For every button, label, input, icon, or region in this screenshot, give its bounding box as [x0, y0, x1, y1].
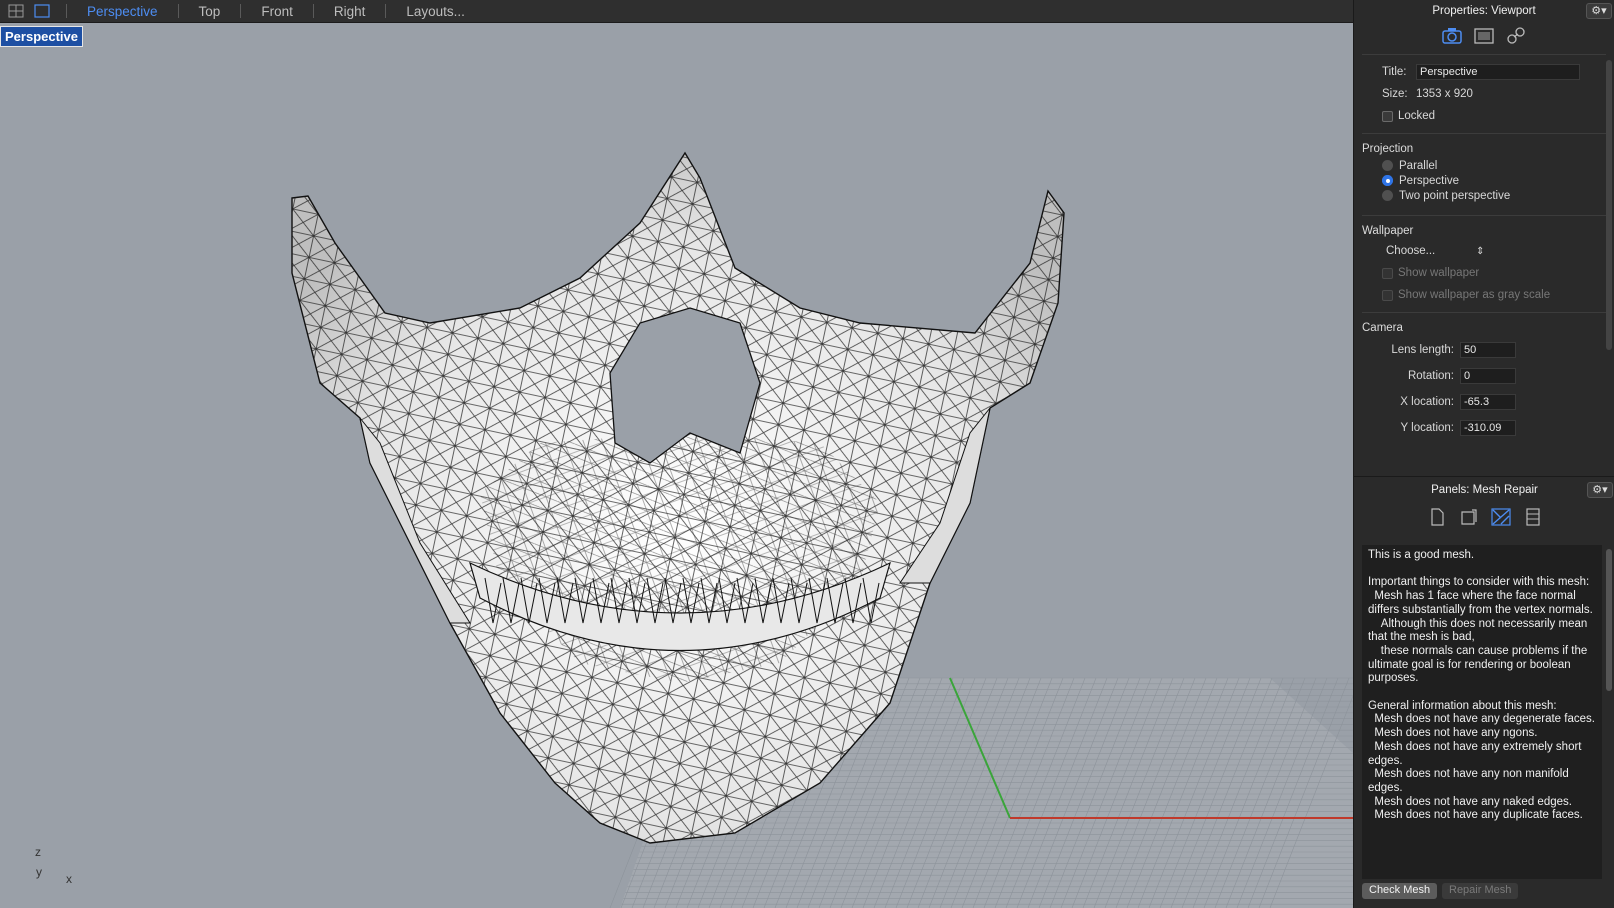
show-wallpaper-label: Show wallpaper [1398, 267, 1480, 279]
display-icon[interactable] [1473, 26, 1495, 46]
properties-title: Properties: Viewport [1432, 5, 1536, 17]
rotation-row: Rotation: 0 [1354, 363, 1614, 389]
show-wallpaper-gray-checkbox[interactable] [1382, 289, 1393, 301]
locked-row: Locked [1354, 105, 1614, 127]
mesh-repair-icon[interactable] [1490, 507, 1512, 527]
gear-icon[interactable]: ⚙▾ [1587, 482, 1613, 498]
separator [312, 4, 314, 18]
title-row: Title: Perspective [1354, 61, 1614, 83]
locked-checkbox[interactable] [1382, 110, 1393, 122]
y-location-label: Y location: [1400, 422, 1455, 434]
y-location-row: Y location: -310.09 [1354, 415, 1614, 441]
lens-length-label: Lens length: [1391, 344, 1454, 356]
rotation-field[interactable]: 0 [1460, 368, 1516, 384]
divider [1362, 54, 1606, 55]
divider [1362, 312, 1606, 313]
parallel-label: Parallel [1399, 159, 1438, 172]
divider [1362, 133, 1606, 134]
report-scrollbar[interactable] [1606, 549, 1612, 691]
two-point-radio[interactable] [1382, 190, 1393, 201]
parallel-radio[interactable] [1382, 160, 1393, 171]
viewport-icon[interactable] [34, 4, 50, 18]
projection-option-perspective[interactable]: Perspective [1354, 173, 1614, 188]
notes-icon[interactable] [1458, 507, 1480, 527]
document-icon[interactable] [1426, 507, 1448, 527]
rhino-app: Perspective Top Front Right Layouts... P… [0, 0, 1614, 908]
tab-right[interactable]: Right [324, 4, 376, 19]
properties-icon-row [1354, 22, 1614, 50]
panels-icon-row [1354, 501, 1614, 533]
show-wallpaper-gray-label: Show wallpaper as gray scale [1398, 289, 1551, 301]
axis-y-label: y [36, 865, 42, 879]
perspective-label: Perspective [1399, 174, 1460, 187]
axis-z-label: z [35, 845, 41, 859]
projection-option-two-point[interactable]: Two point perspective [1354, 188, 1614, 203]
viewport-canvas[interactable] [0, 23, 1353, 908]
wallpaper-choose-select[interactable]: Choose... [1386, 245, 1476, 257]
x-location-row: X location: -65.3 [1354, 389, 1614, 415]
axis-x-label: x [66, 872, 72, 886]
locked-label: Locked [1398, 110, 1436, 122]
mesh-repair-header: Panels: Mesh Repair ⚙▾ [1354, 479, 1614, 501]
separator [177, 4, 179, 18]
two-point-label: Two point perspective [1399, 189, 1511, 202]
divider [1362, 215, 1606, 216]
size-row: Size: 1353 x 920 [1354, 83, 1614, 105]
viewport-label[interactable]: Perspective [0, 26, 83, 47]
grid-icon[interactable] [8, 4, 24, 18]
x-location-field[interactable]: -65.3 [1460, 394, 1516, 410]
camera-icon[interactable] [1441, 26, 1463, 46]
size-value: 1353 x 920 [1416, 88, 1473, 100]
projection-heading: Projection [1362, 143, 1414, 155]
camera-heading: Camera [1362, 322, 1403, 334]
lens-length-row: Lens length: 50 [1354, 337, 1614, 363]
perspective-radio[interactable] [1382, 175, 1393, 186]
show-wallpaper-gray-row: Show wallpaper as gray scale [1354, 284, 1614, 306]
rotation-label: Rotation: [1407, 370, 1454, 382]
separator [66, 4, 67, 18]
separator [385, 4, 387, 18]
linked-icon[interactable] [1505, 26, 1527, 46]
gear-icon[interactable]: ⚙▾ [1586, 3, 1612, 19]
lens-length-field[interactable]: 50 [1460, 342, 1516, 358]
show-wallpaper-checkbox[interactable] [1382, 267, 1393, 279]
table-icon[interactable] [1522, 507, 1544, 527]
title-label: Title: [1382, 66, 1407, 78]
right-panel: Properties: Viewport ⚙▾ Title: Perspecti… [1353, 0, 1614, 908]
properties-scrollbar[interactable] [1606, 60, 1612, 350]
tab-front[interactable]: Front [251, 4, 303, 19]
wallpaper-choose-row: Choose... ⇕ [1354, 240, 1614, 262]
properties-panel-header: Properties: Viewport ⚙▾ [1354, 0, 1614, 22]
x-location-label: X location: [1400, 396, 1454, 408]
mesh-repair-title: Panels: Mesh Repair [1431, 484, 1538, 496]
tab-top[interactable]: Top [189, 4, 231, 19]
mesh-report-text: This is a good mesh. Important things to… [1362, 545, 1602, 879]
tab-layouts[interactable]: Layouts... [396, 4, 475, 19]
separator [240, 4, 242, 18]
wallpaper-heading: Wallpaper [1362, 225, 1414, 237]
select-arrows-icon[interactable]: ⇕ [1476, 246, 1484, 257]
title-field[interactable]: Perspective [1416, 64, 1580, 80]
tab-perspective[interactable]: Perspective [77, 4, 168, 19]
y-location-field[interactable]: -310.09 [1460, 420, 1516, 436]
repair-mesh-button[interactable]: Repair Mesh [1442, 883, 1519, 899]
check-mesh-button[interactable]: Check Mesh [1362, 883, 1438, 899]
mesh-repair-panel: Panels: Mesh Repair ⚙▾ This is a good me… [1354, 476, 1614, 908]
projection-option-parallel[interactable]: Parallel [1354, 158, 1614, 173]
viewport-tab-bar: Perspective Top Front Right Layouts... [0, 0, 1353, 23]
perspective-viewport[interactable]: Perspective z y x [0, 23, 1353, 908]
size-label: Size: [1382, 88, 1408, 100]
show-wallpaper-row: Show wallpaper [1354, 262, 1614, 284]
